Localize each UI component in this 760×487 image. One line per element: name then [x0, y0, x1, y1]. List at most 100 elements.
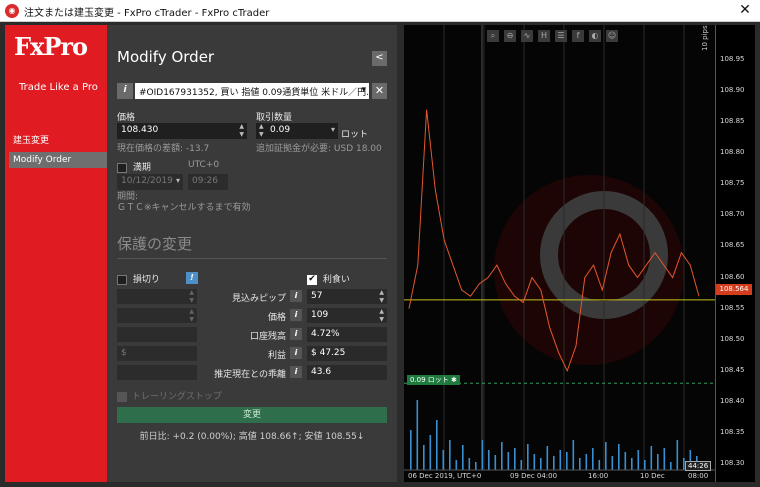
window-title: 注文または建玉変更 - FxPro cTrader - FxPro cTrade… [24, 8, 270, 19]
volume-bar [494, 455, 497, 470]
current-price-tag: 108.564 [716, 284, 752, 295]
volume-bar [553, 456, 555, 470]
sentiment-icon[interactable]: ◐ [589, 30, 601, 42]
protection-heading: 保護の変更 [117, 235, 193, 253]
volume-bar [592, 448, 594, 470]
volume-bar [527, 444, 529, 470]
volume-bar [546, 446, 549, 470]
tp-profit-input[interactable]: $ 47.25 [307, 346, 387, 361]
price-stepper[interactable]: ▲ ▼ [239, 123, 244, 139]
volume-bar [670, 462, 672, 470]
take-profit-label: 利食い [322, 275, 350, 285]
price-chart[interactable] [404, 25, 755, 482]
y-tick-label: 108.90 [720, 86, 745, 95]
tp-distance-value: 43.6 [311, 367, 332, 377]
volume-bar [676, 440, 679, 470]
price-label: 価格 [117, 113, 136, 123]
stop-loss-info-icon[interactable]: ! [186, 272, 198, 284]
tp-price-stepper[interactable]: ▲ ▼ [379, 308, 384, 324]
info-icon[interactable]: i [290, 347, 302, 359]
quantity-input[interactable]: ▲ ▼ 0.09 ▾ [256, 123, 338, 139]
expiry-row: 満期 [117, 160, 151, 173]
close-button[interactable]: ✕ [730, 0, 760, 22]
stop-loss-checkbox[interactable] [117, 274, 127, 285]
zoom-out-icon[interactable]: ⊖ [504, 30, 516, 42]
chart-icon[interactable]: ∿ [521, 30, 533, 42]
order-select[interactable]: #OID167931352, 買い 指値 0.09通貨単位 米ドル／円… ▾ [135, 83, 369, 99]
y-tick-label: 108.50 [720, 334, 745, 343]
volume-bar [436, 420, 438, 470]
row-label-price: 価格 [267, 313, 286, 323]
zoom-icon[interactable]: ⌕ [487, 30, 499, 42]
expiry-date-input[interactable]: 10/12/2019 ▾ [117, 174, 183, 190]
sl-pips-input[interactable]: ▲ ▼ [117, 289, 197, 304]
tp-price-input[interactable]: 109 ▲ ▼ [307, 308, 387, 323]
cancel-order-button[interactable]: ✕ [372, 83, 387, 99]
pips-scale-label: 10 pips [701, 25, 709, 51]
sl-profit-input[interactable]: $ [117, 346, 197, 361]
list-icon[interactable]: ☰ [555, 30, 567, 42]
volume-bar [650, 446, 653, 470]
tp-pips-input[interactable]: 57 ▲ ▼ [307, 289, 387, 304]
y-tick-label: 108.70 [720, 210, 745, 219]
facebook-icon[interactable]: f [572, 30, 584, 42]
y-tick-label: 108.95 [720, 55, 745, 63]
margin-note: 追加証拠金が必要: USD 18.00 [256, 144, 382, 154]
volume-bar [429, 435, 432, 470]
quantity-unit: ロット [341, 130, 369, 140]
info-icon[interactable]: i [290, 328, 302, 340]
volume-bar [442, 450, 445, 470]
info-icon[interactable]: i [117, 83, 133, 99]
sl-price-stepper[interactable]: ▲ ▼ [189, 308, 194, 324]
trailing-stop-checkbox[interactable] [117, 391, 127, 402]
volume-bar [468, 458, 471, 470]
sidebar [5, 25, 107, 482]
chevron-down-icon: ▾ [361, 85, 366, 95]
quantity-stepper[interactable]: ▲ ▼ [259, 123, 264, 139]
row-label-balance: 口座残高 [249, 332, 286, 342]
row-label-distance: 推定現在との乖離 [214, 370, 286, 380]
sidebar-item-modify-position[interactable]: 建玉変更 [13, 133, 49, 146]
tp-balance-input[interactable]: 4.72% [307, 327, 387, 342]
take-profit-row: ✔ 利食い [307, 272, 350, 285]
y-tick-label: 108.60 [720, 272, 745, 281]
info-icon[interactable]: i [290, 290, 302, 302]
quantity-input-value: 0.09 [270, 125, 291, 135]
y-tick-label: 108.75 [720, 179, 745, 188]
tp-pips-value: 57 [311, 291, 323, 301]
volume-bar [566, 452, 568, 470]
sidebar-item-modify-order[interactable]: Modify Order [9, 152, 107, 168]
x-tick-label: 10 Dec [640, 472, 665, 480]
volume-bar [579, 458, 581, 470]
collapse-button[interactable]: < [372, 51, 387, 66]
user-icon[interactable]: ☺ [606, 30, 618, 42]
y-tick-label: 108.45 [720, 365, 745, 374]
volume-bar [455, 460, 458, 470]
volume-bar [475, 462, 477, 470]
expiry-time-input[interactable]: 09:26 [188, 174, 228, 190]
price-input[interactable]: 108.430 ▲ ▼ [117, 123, 247, 139]
volume-bar [533, 454, 536, 470]
y-tick-label: 108.85 [720, 117, 745, 126]
sl-pips-stepper[interactable]: ▲ ▼ [189, 289, 194, 305]
tp-pips-stepper[interactable]: ▲ ▼ [379, 289, 384, 305]
volume-bar [663, 448, 666, 470]
info-icon[interactable]: i [290, 366, 302, 378]
price-chart-svg [404, 25, 716, 471]
submit-button[interactable]: 変更 [117, 407, 387, 423]
expiry-checkbox[interactable] [117, 162, 127, 173]
volume-bar [598, 460, 601, 470]
volume-bar [481, 440, 484, 470]
info-icon[interactable]: i [290, 309, 302, 321]
tp-distance-input[interactable]: 43.6 [307, 365, 387, 380]
sl-distance-input[interactable] [117, 365, 197, 380]
sl-price-input[interactable]: ▲ ▼ [117, 308, 197, 323]
take-profit-checkbox[interactable]: ✔ [307, 274, 317, 285]
volume-bar [572, 440, 575, 470]
volume-bar [488, 450, 490, 470]
sl-balance-input[interactable] [117, 327, 197, 342]
trailing-stop-row: トレーリングストップ [117, 389, 222, 402]
y-tick-label: 108.55 [720, 303, 745, 312]
h1-icon[interactable]: H [538, 30, 550, 42]
volume-bar [559, 450, 562, 470]
